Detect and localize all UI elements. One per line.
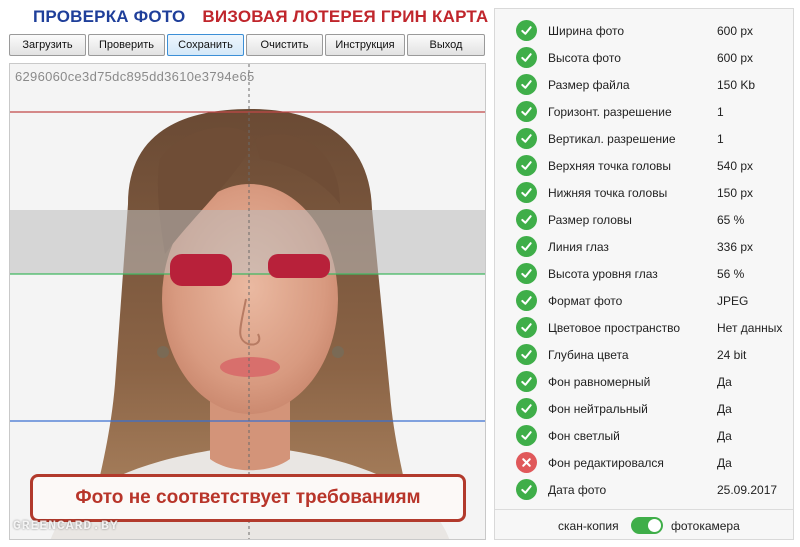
check-value: 336 px xyxy=(717,239,754,254)
check-row: Верхняя точка головы 540 px xyxy=(495,152,793,179)
check-icon xyxy=(516,209,537,230)
photo-hash: 6296060ce3d75dc895dd3610e3794e65 xyxy=(15,69,255,84)
check-row: Линия глаз 336 px xyxy=(495,233,793,260)
check-label: Фон равномерный xyxy=(548,374,651,389)
check-label: Высота фото xyxy=(548,50,621,65)
clear-button[interactable]: Очистить xyxy=(246,34,323,56)
check-row: Фон редактировался Да xyxy=(495,449,793,476)
check-label: Цветовое пространство xyxy=(548,320,681,335)
check-row: Фон светлый Да xyxy=(495,422,793,449)
check-row: Размер головы 65 % xyxy=(495,206,793,233)
check-icon xyxy=(516,344,537,365)
check-icon xyxy=(516,74,537,95)
check-value: 25.09.2017 xyxy=(717,482,778,497)
check-label: Вертикал. разрешение xyxy=(548,131,676,146)
check-label: Фон нейтральный xyxy=(548,401,648,416)
check-value: 56 % xyxy=(717,266,745,281)
mode-toggle-switch[interactable] xyxy=(631,517,663,534)
check-list: Ширина фото 600 px Высота фото 600 px Размер… xyxy=(495,17,793,503)
app-title: ПРОВЕРКА ФОТО xyxy=(33,7,186,26)
check-value: Да xyxy=(717,374,732,389)
check-icon xyxy=(516,317,537,338)
check-label: Размер головы xyxy=(548,212,632,227)
check-row: Горизонт. разрешение 1 xyxy=(495,98,793,125)
check-icon xyxy=(516,263,537,284)
check-button[interactable]: Проверить xyxy=(88,34,165,56)
check-label: Линия глаз xyxy=(548,239,609,254)
scan-copy-label: скан-копия xyxy=(558,519,619,533)
check-icon xyxy=(516,20,537,41)
check-label: Глубина цвета xyxy=(548,347,629,362)
check-row: Нижняя точка головы 150 px xyxy=(495,179,793,206)
check-label: Формат фото xyxy=(548,293,623,308)
divider xyxy=(495,509,793,510)
check-icon xyxy=(516,236,537,257)
check-icon xyxy=(516,425,537,446)
check-value: Да xyxy=(717,428,732,443)
check-label: Высота уровня глаз xyxy=(548,266,658,281)
check-label: Фон светлый xyxy=(548,428,620,443)
check-label: Горизонт. разрешение xyxy=(548,104,672,119)
mode-toggle-row: скан-копия фотокамера xyxy=(495,515,793,537)
check-value: Нет данных xyxy=(717,320,783,335)
check-label: Фон редактировался xyxy=(548,455,664,470)
check-icon xyxy=(516,371,537,392)
check-label: Верхняя точка головы xyxy=(548,158,672,173)
check-value: 150 px xyxy=(717,185,754,200)
check-value: Да xyxy=(717,401,732,416)
check-results-panel: Ширина фото 600 px Высота фото 600 px Размер… xyxy=(494,8,794,540)
check-value: 540 px xyxy=(717,158,754,173)
check-value: JPEG xyxy=(717,293,749,308)
exit-button[interactable]: Выход xyxy=(407,34,485,56)
check-row: Цветовое пространство Нет данных xyxy=(495,314,793,341)
check-row: Высота уровня глаз 56 % xyxy=(495,260,793,287)
check-icon xyxy=(516,128,537,149)
check-row: Фон равномерный Да xyxy=(495,368,793,395)
check-row: Дата фото 25.09.2017 xyxy=(495,476,793,503)
check-row: Фон нейтральный Да xyxy=(495,395,793,422)
toggle-knob xyxy=(648,519,661,532)
check-row: Ширина фото 600 px xyxy=(495,17,793,44)
check-icon xyxy=(516,47,537,68)
check-icon xyxy=(516,101,537,122)
watermark: GREENCARD.BY xyxy=(13,518,119,533)
check-row: Глубина цвета 24 bit xyxy=(495,341,793,368)
portrait-photo xyxy=(10,64,485,539)
check-row: Размер файла 150 Kb xyxy=(495,71,793,98)
check-value: Да xyxy=(717,455,732,470)
check-icon xyxy=(516,155,537,176)
check-icon xyxy=(516,479,537,500)
check-row: Формат фото JPEG xyxy=(495,287,793,314)
check-value: 24 bit xyxy=(717,347,747,362)
check-value: 150 Kb xyxy=(717,77,756,92)
app-header: ПРОВЕРКА ФОТО ВИЗОВАЯ ЛОТЕРЕЯ ГРИН КАРТА xyxy=(33,7,488,27)
check-value: 65 % xyxy=(717,212,745,227)
check-value: 1 xyxy=(717,131,724,146)
check-label: Дата фото xyxy=(548,482,607,497)
check-value: 1 xyxy=(717,104,724,119)
camera-label: фотокамера xyxy=(671,519,740,533)
check-label: Ширина фото xyxy=(548,23,625,38)
photo-preview: 6296060ce3d75dc895dd3610e3794e65 Фото не… xyxy=(9,63,486,540)
check-icon xyxy=(516,290,537,311)
check-icon xyxy=(516,182,537,203)
check-row: Высота фото 600 px xyxy=(495,44,793,71)
app-subtitle: ВИЗОВАЯ ЛОТЕРЕЯ ГРИН КАРТА xyxy=(202,7,489,26)
check-row: Вертикал. разрешение 1 xyxy=(495,125,793,152)
check-label: Размер файла xyxy=(548,77,630,92)
load-button[interactable]: Загрузить xyxy=(9,34,86,56)
warning-banner: Фото не соответствует требованиям xyxy=(30,474,466,522)
save-button[interactable]: Сохранить xyxy=(167,34,244,56)
check-value: 600 px xyxy=(717,50,754,65)
check-icon xyxy=(516,398,537,419)
instructions-button[interactable]: Инструкция xyxy=(325,34,405,56)
toolbar: Загрузить Проверить Сохранить Очистить И… xyxy=(9,34,487,56)
check-label: Нижняя точка головы xyxy=(548,185,668,200)
cross-icon xyxy=(516,452,537,473)
check-value: 600 px xyxy=(717,23,754,38)
